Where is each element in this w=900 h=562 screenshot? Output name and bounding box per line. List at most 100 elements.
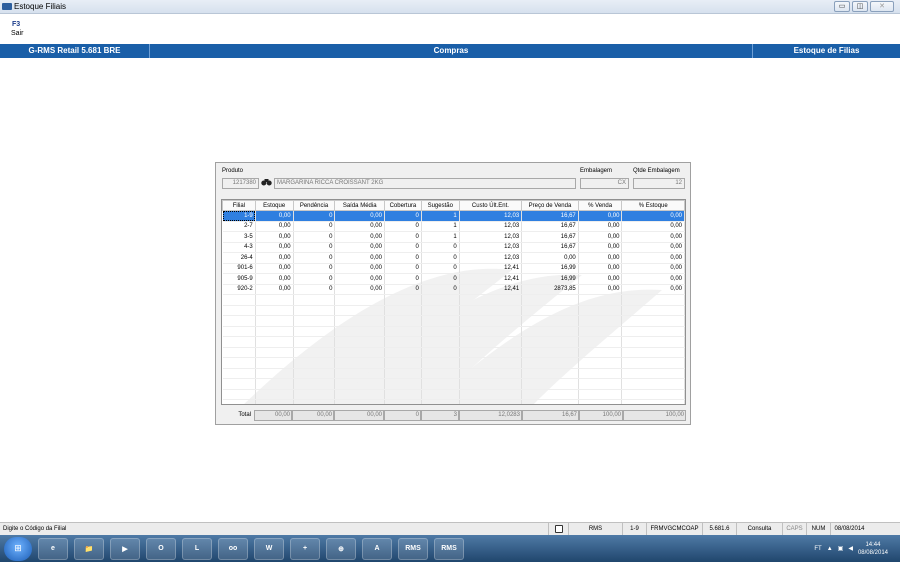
table-cell[interactable] bbox=[621, 315, 685, 327]
table-cell[interactable]: 0,00 bbox=[334, 252, 385, 264]
table-cell[interactable]: 905-9 bbox=[222, 273, 256, 285]
rms-taskbar-button-1[interactable]: RMS bbox=[398, 537, 428, 560]
table-cell[interactable] bbox=[384, 294, 422, 306]
table-cell[interactable] bbox=[334, 294, 385, 306]
table-cell[interactable] bbox=[521, 336, 579, 348]
table-cell[interactable] bbox=[293, 378, 336, 390]
table-row[interactable] bbox=[222, 389, 685, 400]
table-cell[interactable]: 16,67 bbox=[521, 242, 579, 253]
table-cell[interactable] bbox=[578, 305, 623, 316]
network-icon[interactable]: ▣ bbox=[838, 545, 844, 552]
table-cell[interactable]: 0,00 bbox=[521, 252, 579, 264]
table-cell[interactable]: 920-2 bbox=[222, 284, 256, 295]
table-cell[interactable] bbox=[521, 389, 579, 400]
table-cell[interactable] bbox=[384, 368, 422, 379]
table-cell[interactable] bbox=[459, 336, 523, 348]
table-cell[interactable] bbox=[459, 399, 523, 404]
table-cell[interactable] bbox=[384, 399, 422, 404]
table-cell[interactable] bbox=[521, 305, 579, 316]
table-cell[interactable]: 0 bbox=[384, 252, 422, 264]
table-cell[interactable]: 0,00 bbox=[255, 273, 294, 285]
table-cell[interactable]: 0,00 bbox=[255, 263, 294, 274]
table-cell[interactable]: 0 bbox=[293, 231, 336, 243]
table-cell[interactable]: 2873,85 bbox=[521, 284, 579, 295]
table-cell[interactable]: 12,41 bbox=[459, 284, 523, 295]
table-cell[interactable] bbox=[521, 315, 579, 327]
table-cell[interactable] bbox=[293, 368, 336, 379]
table-row[interactable]: 26-4 0,00 0 0,00 0 0 12,03 0,00 0,00 0,00 bbox=[222, 252, 685, 264]
table-cell[interactable] bbox=[334, 378, 385, 390]
binoculars-search-icon[interactable] bbox=[260, 178, 272, 188]
table-cell[interactable]: 12,03 bbox=[459, 242, 523, 253]
table-cell[interactable] bbox=[255, 389, 294, 400]
table-cell[interactable] bbox=[255, 347, 294, 358]
table-cell[interactable] bbox=[384, 336, 422, 348]
table-cell[interactable]: 0,00 bbox=[578, 242, 623, 253]
table-row[interactable] bbox=[222, 315, 685, 327]
table-cell[interactable] bbox=[421, 399, 460, 404]
table-cell[interactable]: 16,99 bbox=[521, 273, 579, 285]
table-cell[interactable] bbox=[222, 368, 256, 379]
table-cell[interactable]: 16,67 bbox=[521, 221, 579, 232]
close-button[interactable]: ✕ bbox=[870, 1, 894, 12]
table-cell[interactable]: 0,00 bbox=[255, 284, 294, 295]
table-cell[interactable] bbox=[421, 305, 460, 316]
branch-stock-table[interactable]: Filial Estoque Pendência Saída Média Cob… bbox=[221, 199, 686, 405]
table-cell[interactable] bbox=[578, 368, 623, 379]
app-taskbar-button[interactable]: oo bbox=[218, 537, 248, 560]
col-header[interactable]: Custo Últ.Ent. bbox=[458, 200, 523, 211]
table-cell[interactable]: 4-3 bbox=[222, 242, 256, 253]
table-cell[interactable] bbox=[255, 336, 294, 348]
table-cell[interactable] bbox=[255, 294, 294, 306]
table-cell[interactable]: 0,00 bbox=[578, 284, 623, 295]
table-cell[interactable] bbox=[459, 389, 523, 400]
table-row[interactable]: 2-7 0,00 0 0,00 0 1 12,03 16,67 0,00 0,00 bbox=[222, 221, 685, 232]
table-cell[interactable] bbox=[521, 347, 579, 358]
rms-taskbar-button-2[interactable]: RMS bbox=[434, 537, 464, 560]
table-cell[interactable] bbox=[334, 368, 385, 379]
table-cell[interactable] bbox=[459, 326, 523, 337]
table-row[interactable] bbox=[222, 378, 685, 390]
table-cell[interactable] bbox=[421, 326, 460, 337]
explorer-taskbar-button[interactable]: 📁 bbox=[74, 537, 104, 560]
table-cell[interactable] bbox=[384, 357, 422, 369]
table-cell[interactable] bbox=[578, 336, 623, 348]
table-cell[interactable] bbox=[459, 347, 523, 358]
volume-icon[interactable]: ◀ bbox=[848, 545, 853, 552]
table-cell[interactable] bbox=[578, 378, 623, 390]
table-cell[interactable] bbox=[222, 389, 256, 400]
table-cell[interactable]: 901-6 bbox=[222, 263, 256, 274]
table-cell[interactable]: 16,99 bbox=[521, 263, 579, 274]
table-cell[interactable]: 0 bbox=[384, 273, 422, 285]
table-cell[interactable]: 0 bbox=[293, 242, 336, 253]
table-cell[interactable] bbox=[293, 389, 336, 400]
table-cell[interactable]: 0,00 bbox=[255, 231, 294, 243]
table-row[interactable] bbox=[222, 357, 685, 369]
table-row[interactable] bbox=[222, 305, 685, 316]
table-cell[interactable]: 0,00 bbox=[334, 231, 385, 243]
col-header[interactable]: Filial bbox=[222, 200, 256, 211]
table-cell[interactable]: 1-9 bbox=[222, 210, 256, 222]
table-cell[interactable] bbox=[222, 315, 256, 327]
table-cell[interactable] bbox=[384, 315, 422, 327]
table-cell[interactable] bbox=[621, 305, 685, 316]
table-cell[interactable] bbox=[621, 378, 685, 390]
col-header[interactable]: % Estoque bbox=[621, 200, 685, 211]
table-cell[interactable]: 12,03 bbox=[459, 252, 523, 264]
table-cell[interactable] bbox=[222, 399, 256, 404]
table-cell[interactable]: 0 bbox=[293, 284, 336, 295]
table-cell[interactable] bbox=[621, 347, 685, 358]
col-header[interactable]: Sugestão bbox=[420, 200, 460, 211]
table-cell[interactable]: 0 bbox=[293, 210, 336, 222]
table-cell[interactable] bbox=[255, 326, 294, 337]
table-cell[interactable]: 0 bbox=[384, 231, 422, 243]
table-cell[interactable] bbox=[293, 315, 336, 327]
table-cell[interactable] bbox=[421, 315, 460, 327]
table-cell[interactable]: 0,00 bbox=[578, 231, 623, 243]
table-cell[interactable] bbox=[459, 378, 523, 390]
table-cell[interactable]: 0,00 bbox=[578, 263, 623, 274]
table-cell[interactable]: 0,00 bbox=[578, 221, 623, 232]
table-cell[interactable] bbox=[421, 389, 460, 400]
word-taskbar-button[interactable]: W bbox=[254, 537, 284, 560]
table-cell[interactable] bbox=[222, 357, 256, 369]
